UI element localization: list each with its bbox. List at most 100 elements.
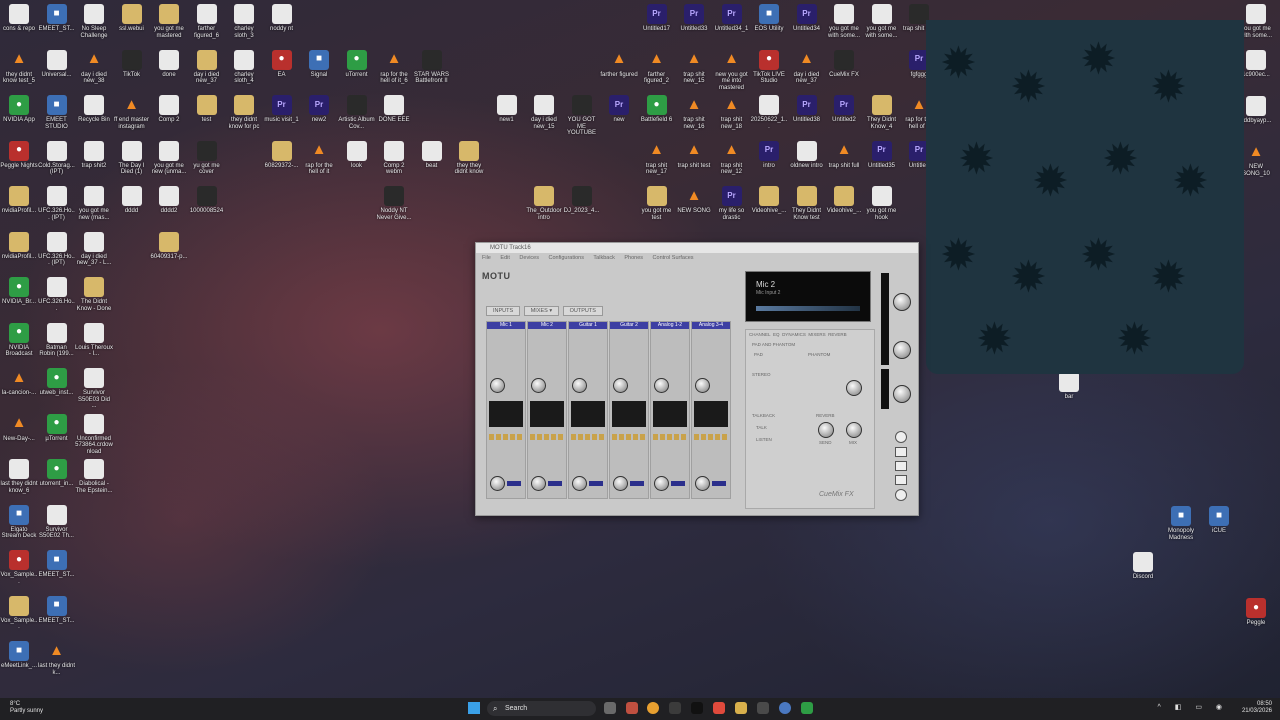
desktop-icon[interactable]: day i died new_15 [525,95,563,130]
desktop-icon[interactable]: ▲ trap shit new_16 [675,95,713,130]
eq-buttons[interactable] [612,434,646,440]
trim-knob[interactable] [572,378,587,393]
channel-strip[interactable]: Guitar 1 [568,321,608,499]
desktop-icon[interactable]: ● Peggle [1237,598,1275,627]
desktop-icon[interactable]: noddy nt [263,4,301,33]
desktop-icon[interactable]: beat [413,140,451,170]
desktop-icon[interactable]: ■ Monopoly Madness [1162,506,1200,541]
desktop-icon[interactable]: dddd2 [150,186,188,215]
desktop-icon[interactable]: They Didnt Know_4 [863,95,901,130]
settings-button[interactable] [895,431,907,443]
tab-outputs[interactable]: OUTPUTS [562,306,603,316]
gain-knob[interactable] [531,476,546,491]
desktop-icon[interactable]: ▲ day i died new_38 [75,50,113,85]
desktop-icon[interactable]: Pr new [600,95,638,124]
desktop-icon[interactable]: ▲ new you got me into mastered [713,50,751,92]
cuemix-icon[interactable] [801,702,813,714]
desktop-icon[interactable]: ● NVIDIA Broadcast [0,322,38,358]
desktop-icon[interactable]: you got me mastered [150,4,188,39]
desktop-icon[interactable]: you got me new (mas... [75,186,113,221]
system-tray[interactable]: ^ ◧ ▭ ◉ [1158,703,1228,711]
desktop-icon[interactable]: ● uTorrent [338,49,376,79]
desktop-icon[interactable]: Pr music visit_1 [263,95,301,124]
app-icon[interactable] [669,702,681,714]
desktop-icon[interactable]: ● utweb_inst... [38,368,76,397]
desktop-icon[interactable]: ● Battlefield 6 [638,95,676,124]
trim-knob[interactable] [695,378,710,393]
eq-buttons[interactable] [653,434,687,440]
desktop-icon[interactable]: Pr intro [750,140,788,170]
main-out-knob[interactable] [893,293,911,311]
desktop-icon[interactable]: oldnew intro [788,140,826,170]
desktop-icon[interactable]: ● EA [263,49,301,79]
desktop-icon[interactable]: charley sloth_4 [225,49,263,85]
clock[interactable]: 08:50 21/03/2026 [1242,701,1272,715]
tab-channel[interactable]: CHANNEL [749,332,771,337]
desktop-icon[interactable]: ▲ New-Day-... [0,414,38,443]
desktop-icon[interactable]: Vox_Sample... [0,595,38,631]
pad-label[interactable]: PAD [754,352,763,357]
desktop-icon[interactable]: 60409317-p... [150,231,188,261]
desktop-icon[interactable]: they they didnt know [450,140,488,176]
menu-devices[interactable]: Devices [519,255,539,261]
desktop-icon[interactable]: ▲ ff end master instagram [113,95,151,130]
desktop-icon[interactable]: The Didnt Know - Done [75,277,113,312]
desktop-icon[interactable]: ■ Signal [300,49,338,79]
file-explorer-icon[interactable] [735,702,747,714]
desktop-icon[interactable]: ■ EMEET_ST... [38,595,76,625]
desktop-icon[interactable]: Diabolical - The Epstein... [75,459,113,494]
desktop-icon[interactable]: bar [1050,372,1088,401]
reverb-mix-knob[interactable] [846,422,862,438]
desktop-icon[interactable]: ■ Elgato Stream Deck [0,504,38,540]
desktop-icon[interactable]: ▲ they didnt know test_5 [0,50,38,85]
task-view-icon[interactable] [604,702,616,714]
desktop-icon[interactable]: ● Vox_Sample... [0,550,38,585]
desktop-icon[interactable]: Discord [1124,552,1162,581]
preset-button[interactable] [895,461,907,471]
desktop-icon[interactable]: ■ iCUE [1200,506,1238,535]
desktop-icon[interactable]: farther figured_6 [188,4,226,39]
tab-inputs[interactable]: INPUTS [486,306,521,316]
desktop-icon[interactable]: Noddy NT Never Give... [375,186,413,221]
desktop-icon[interactable]: ▲ rap for the hell of it [300,141,338,176]
desktop-icon[interactable]: you got me hook [863,186,901,221]
desktop-icon[interactable]: ▲ trap shit full [825,141,863,170]
desktop-icon[interactable]: 1000008524 [188,186,226,215]
channel-strip[interactable]: Analog 3-4 [691,321,731,499]
desktop-icon[interactable]: you got me new (unma... [150,140,188,176]
chrome-icon[interactable] [647,702,659,714]
start-button[interactable] [468,702,480,714]
desktop-icon[interactable]: they didnt know for pc [225,95,263,130]
desktop-icon[interactable]: ■ EOS Utility [750,4,788,33]
eq-buttons[interactable] [694,434,728,440]
desktop-icon[interactable]: ■ eMeetLink_... [0,641,38,670]
channel-strip[interactable]: Guitar 2 [609,321,649,499]
gain-knob[interactable] [490,476,505,491]
channel-strip[interactable]: Mic 1 [486,321,526,499]
desktop-icon[interactable]: ▲ last they didnt k... [38,641,76,676]
desktop-icon[interactable]: The_Outdoor intro [525,186,563,221]
desktop-icon[interactable]: ● Peggle Nights [0,140,38,170]
desktop-icon[interactable]: test [188,95,226,124]
trim-knob[interactable] [613,378,628,393]
desktop-icon[interactable]: ● µTorrent [38,413,76,443]
eq-buttons[interactable] [530,434,564,440]
desktop-icon[interactable]: new1 [488,95,526,124]
desktop-icon[interactable]: UFC.326.Ho... [38,277,76,312]
desktop-icon[interactable]: day i died new_37 - L... [75,231,113,267]
menu-configurations[interactable]: Configurations [549,255,584,261]
desktop-icon[interactable]: ● utorrent_in... [38,459,76,488]
desktop-icon[interactable]: Videohive_... [750,186,788,215]
eq-buttons[interactable] [571,434,605,440]
width-knob[interactable] [846,380,862,396]
reverb-send-knob[interactable] [818,422,834,438]
desktop-icon[interactable]: They Didnt Know test [788,186,826,221]
desktop-icon[interactable]: No Sleep Challenge [75,4,113,39]
motu-cuemix-window[interactable]: MOTU Track16 File Edit Devices Configura… [475,242,919,516]
desktop-icon[interactable]: ▲ farther figured [600,50,638,79]
desktop-icon[interactable]: you got me test [638,186,676,221]
desktop-icon[interactable]: Cold.Storag... (IPT) [38,140,76,176]
desktop-icon[interactable]: ■ EMEET_ST... [38,4,76,33]
weather-widget[interactable]: 8°C Partly sunny [10,701,43,715]
desktop-icon[interactable]: Pr Untitled34 [788,4,826,33]
